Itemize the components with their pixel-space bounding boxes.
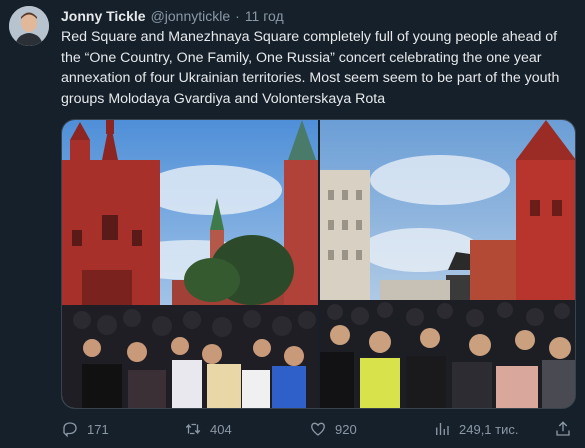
tweet-actions: 171 404 920 249,1 тис. [61,420,574,440]
retweet-button[interactable]: 404 [184,420,232,438]
reply-count: 171 [87,421,109,437]
author-name[interactable]: Jonny Tickle [61,8,146,24]
tweet-header: Jonny Tickle @jonnytickle · 11 год [61,7,284,25]
media-photo-left[interactable] [62,120,318,408]
retweet-icon [185,423,201,435]
reply-icon [63,422,77,438]
views-button[interactable]: 249,1 тис. [433,420,518,438]
header-separator: · [235,8,240,24]
media-photo-right[interactable] [319,120,575,408]
retweet-count: 404 [210,421,232,437]
views-chart-icon [436,423,449,435]
tweet-media[interactable] [61,119,576,409]
like-button[interactable]: 920 [309,420,357,438]
like-count: 920 [335,421,357,437]
author-handle[interactable]: @jonnytickle [151,8,231,24]
share-icon [556,421,570,436]
heart-icon [311,422,325,436]
tweet-timestamp[interactable]: 11 год [245,8,284,24]
share-button[interactable] [554,420,572,438]
reply-button[interactable]: 171 [61,420,109,438]
tweet-text: Red Square and Manezhnaya Square complet… [61,29,560,107]
views-count: 249,1 тис. [459,421,519,437]
author-avatar[interactable] [9,6,49,46]
